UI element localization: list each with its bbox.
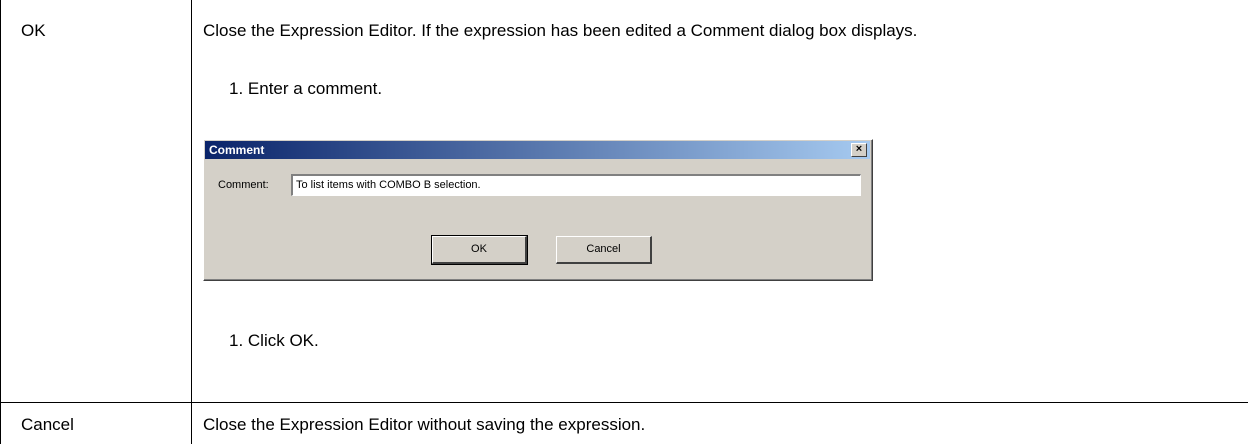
ok-description: Close the Expression Editor. If the expr…: [203, 21, 918, 40]
comment-field: To list items with COMBO B selection.: [291, 174, 861, 196]
comment-label: Comment:: [218, 179, 269, 191]
dialog-title-bar: Comment: [205, 141, 870, 159]
term-ok: OK: [21, 21, 46, 40]
ok-step-click-ok: 1. Click OK.: [229, 331, 319, 350]
dialog-cancel-button: Cancel: [556, 236, 652, 264]
table-column-divider: [191, 0, 192, 444]
term-cancel: Cancel: [21, 415, 74, 434]
options-table: OK Close the Expression Editor. If the e…: [0, 0, 1248, 444]
cancel-description: Close the Expression Editor without savi…: [203, 415, 646, 434]
dialog-ok-button: OK: [431, 235, 528, 265]
ok-step-enter-comment: 1. Enter a comment.: [229, 79, 383, 98]
table-left-border: [0, 0, 1, 444]
table-row-divider: [0, 402, 1248, 403]
comment-dialog-screenshot: Comment × Comment: To list items with CO…: [203, 139, 873, 281]
close-icon: ×: [851, 143, 867, 157]
